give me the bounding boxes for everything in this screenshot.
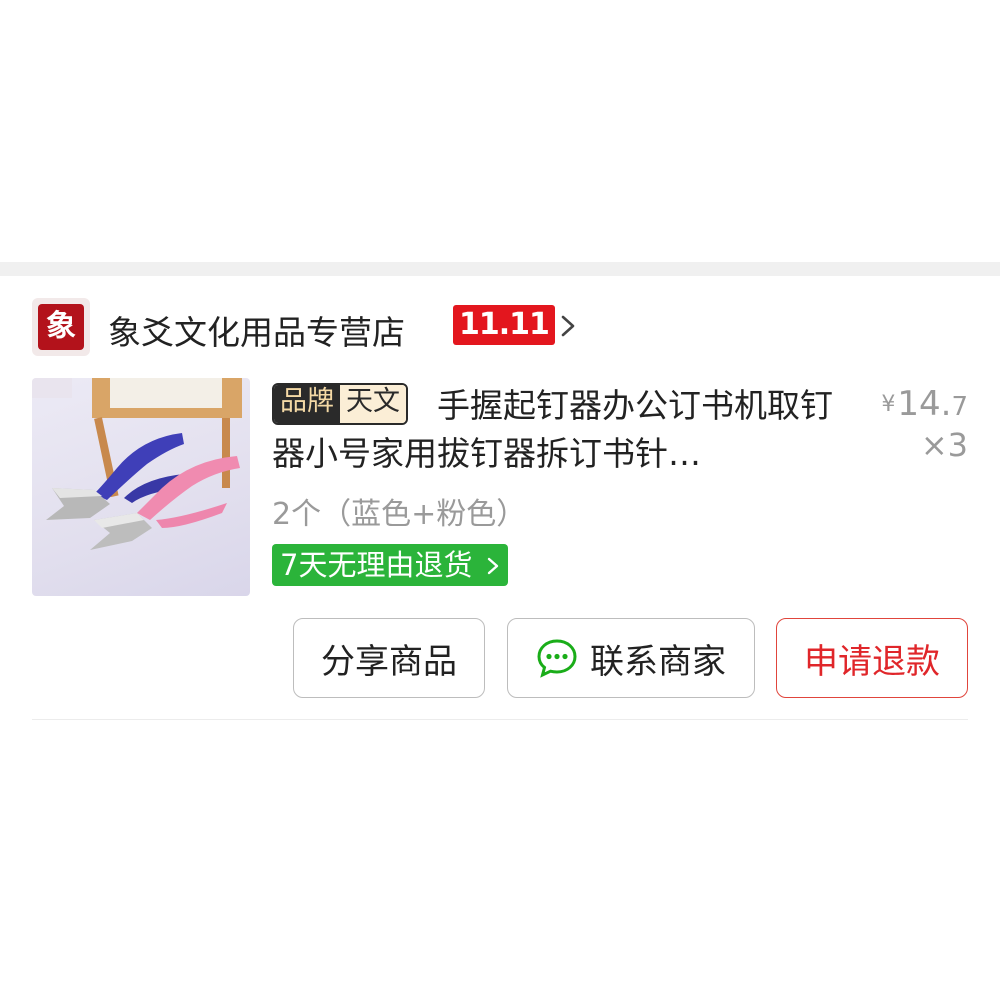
return-policy-label: 7天无理由退货 xyxy=(280,548,473,582)
contact-merchant-button[interactable]: 联系商家 xyxy=(507,618,755,698)
product-spec: 2个（蓝色+粉色） xyxy=(272,497,527,532)
shop-logo[interactable]: 象 xyxy=(32,298,90,356)
share-product-button[interactable]: 分享商品 xyxy=(293,618,485,698)
price-decimal: 7 xyxy=(951,392,968,422)
chevron-right-icon[interactable] xyxy=(558,314,578,338)
request-refund-button[interactable]: 申请退款 xyxy=(776,618,968,698)
contact-merchant-label: 联系商家 xyxy=(590,641,726,682)
shop-header[interactable]: 象 象爻文化用品专营店 11.11 xyxy=(0,296,1000,358)
price-integer: 14. xyxy=(897,384,952,424)
divider xyxy=(32,719,968,720)
staple-remover-illustration xyxy=(32,378,242,550)
product-image[interactable] xyxy=(32,378,250,596)
brand-tag-key: 品牌 xyxy=(274,385,340,423)
chevron-right-small-icon xyxy=(487,557,498,575)
shop-logo-seal: 象 xyxy=(38,304,84,350)
brand-tag-value: 天文 xyxy=(340,385,406,423)
shop-name[interactable]: 象爻文化用品专营店 xyxy=(108,306,405,354)
price-currency: ¥ xyxy=(881,392,896,417)
promo-badge: 11.11 xyxy=(453,305,555,345)
order-actions: 分享商品 联系商家 申请退款 xyxy=(0,618,1000,700)
return-policy-badge: 7天无理由退货 xyxy=(272,544,508,586)
section-separator xyxy=(0,262,1000,276)
product-price: ¥14.7 xyxy=(881,384,968,424)
share-product-label: 分享商品 xyxy=(321,641,457,682)
chat-bubble-icon xyxy=(537,639,577,678)
request-refund-label: 申请退款 xyxy=(804,641,940,682)
brand-tag: 品牌 天文 xyxy=(272,383,408,425)
product-quantity: ×3 xyxy=(920,426,968,464)
product-card[interactable]: 手握起钉器办公订书机取钉器小号家用拔钉器拆订书针… 品牌 天文 2个（蓝色+粉色… xyxy=(0,376,1000,616)
